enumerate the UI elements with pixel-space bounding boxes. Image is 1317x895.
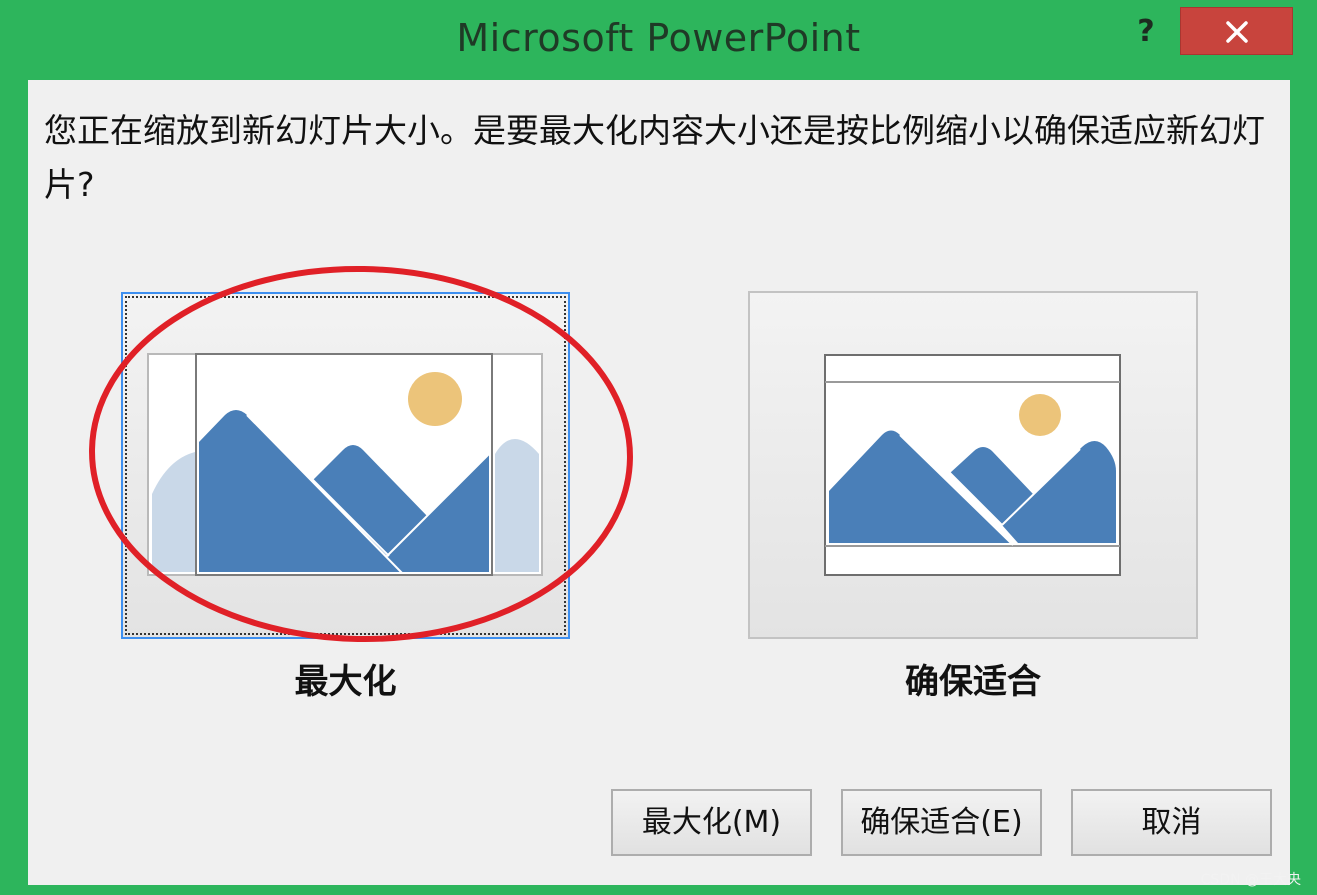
maximize-button[interactable]: 最大化(M) — [611, 789, 812, 856]
maximize-option[interactable] — [121, 292, 570, 639]
dialog-body: 您正在缩放到新幻灯片大小。是要最大化内容大小还是按比例缩小以确保适应新幻灯片? — [28, 80, 1290, 885]
dialog-window: Microsoft PowerPoint ? 您正在缩放到新幻灯片大小。是要最大… — [0, 0, 1317, 895]
close-icon — [1226, 21, 1248, 43]
window-title: Microsoft PowerPoint — [456, 16, 861, 60]
ensure-fit-button[interactable]: 确保适合(E) — [841, 789, 1042, 856]
help-button[interactable]: ? — [1128, 10, 1164, 54]
dialog-message: 您正在缩放到新幻灯片大小。是要最大化内容大小还是按比例缩小以确保适应新幻灯片? — [44, 111, 1265, 204]
title-bar[interactable]: Microsoft PowerPoint ? — [0, 0, 1317, 80]
ensure-fit-preview-icon — [824, 354, 1121, 576]
watermark: CSDN @王大央 — [1200, 872, 1301, 888]
maximize-label: 最大化 — [294, 662, 397, 702]
close-button[interactable] — [1180, 7, 1293, 55]
maximize-preview-icon — [147, 353, 543, 576]
cancel-button[interactable]: 取消 — [1071, 789, 1272, 856]
ensure-fit-option[interactable] — [748, 291, 1198, 639]
ensure-fit-label: 确保适合 — [905, 662, 1041, 702]
